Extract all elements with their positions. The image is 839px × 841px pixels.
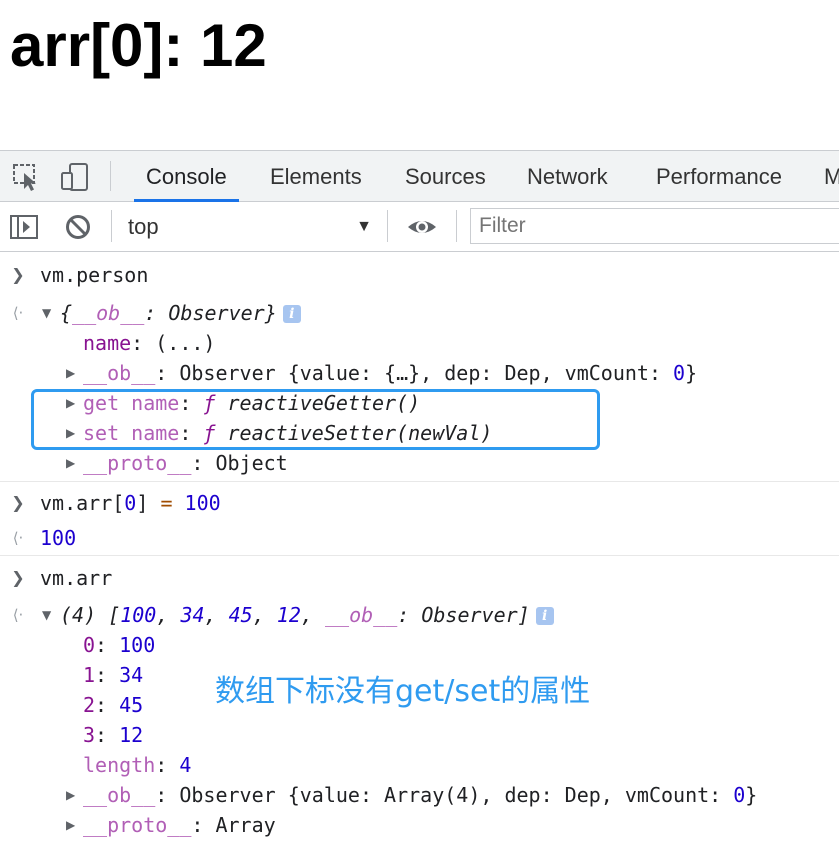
tab-more-truncated[interactable]: M xyxy=(824,151,839,201)
eye-icon[interactable] xyxy=(406,212,436,242)
chevron-down-icon: ▼ xyxy=(356,218,372,235)
context-selector[interactable]: top ▼ xyxy=(128,202,376,252)
console-result-row[interactable]: ⟨· 100 xyxy=(0,523,839,553)
console-input-row[interactable]: ❯ vm.person xyxy=(0,260,839,290)
prompt-chevron-icon: ❯ xyxy=(11,493,25,512)
expand-triangle-icon[interactable]: ▶ xyxy=(66,780,75,810)
message-divider xyxy=(0,555,839,556)
property-value: 4 xyxy=(179,753,192,777)
array-value: 100 xyxy=(119,633,156,657)
property-key: name xyxy=(83,331,132,355)
array-value: 45 xyxy=(119,693,144,717)
filter-input[interactable] xyxy=(470,208,839,244)
info-icon[interactable]: i xyxy=(535,607,554,625)
property-type: Observer xyxy=(179,361,276,385)
property-row[interactable]: ▶ __proto__: Array xyxy=(0,810,839,840)
expand-triangle-icon[interactable]: ▶ xyxy=(66,810,75,840)
expand-triangle-icon[interactable]: ▼ xyxy=(42,600,51,630)
clear-console-icon[interactable] xyxy=(63,212,93,242)
property-value: (...) xyxy=(155,331,216,355)
prompt-chevron-icon: ❯ xyxy=(11,568,25,587)
prompt-chevron-icon: ❯ xyxy=(11,265,25,284)
array-item-row[interactable]: 0: 100 xyxy=(0,630,839,660)
console-result-row[interactable]: ⟨· ▼ {__ob__: Observer} i xyxy=(0,298,839,328)
property-key: __ob__ xyxy=(83,361,156,385)
array-index: 0 xyxy=(83,633,96,657)
info-icon[interactable]: i xyxy=(282,305,301,323)
property-key: __proto__ xyxy=(83,451,192,475)
property-row[interactable]: length: 4 xyxy=(0,750,839,780)
array-index: 2 xyxy=(83,693,96,717)
array-index: 1 xyxy=(83,663,96,687)
property-key: length xyxy=(83,753,156,777)
page-heading: arr[0]: 12 xyxy=(10,12,267,79)
result-arrow-icon: ⟨· xyxy=(12,304,24,322)
toolbar-divider xyxy=(111,210,112,242)
expand-triangle-icon[interactable]: ▶ xyxy=(66,448,75,478)
console-toolbar: top ▼ xyxy=(0,202,839,252)
result-value: 100 xyxy=(40,526,77,550)
array-index: 3 xyxy=(83,723,96,747)
inspect-element-icon[interactable] xyxy=(12,162,42,192)
result-arrow-icon: ⟨· xyxy=(12,606,24,624)
expand-triangle-icon[interactable]: ▼ xyxy=(42,298,51,328)
context-value: top xyxy=(128,214,159,239)
property-value: {value: {…}, dep: Dep, vmCount: 0} xyxy=(287,361,698,385)
property-row[interactable]: ▶ __proto__: Object xyxy=(0,448,839,478)
array-value: 12 xyxy=(119,723,144,747)
tab-bar-divider xyxy=(110,161,111,191)
toolbar-divider xyxy=(387,210,388,242)
property-value: Object xyxy=(215,451,288,475)
expand-triangle-icon[interactable]: ▶ xyxy=(66,358,75,388)
property-key: __ob__ xyxy=(83,783,156,807)
message-divider xyxy=(0,481,839,482)
devtools-tab-bar: Console Elements Sources Network Perform… xyxy=(0,150,839,202)
console-result-row[interactable]: ⟨· ▼ (4) [100, 34, 45, 12, __ob__: Obser… xyxy=(0,600,839,630)
annotation-text: 数组下标没有get/set的属性 xyxy=(215,674,591,709)
array-value: 34 xyxy=(119,663,144,687)
devtools-panel: Console Elements Sources Network Perform… xyxy=(0,150,839,841)
console-input-row[interactable]: ❯ vm.arr[0] = 100 xyxy=(0,488,839,518)
tab-network[interactable]: Network xyxy=(527,151,608,201)
result-arrow-icon: ⟨· xyxy=(12,529,24,547)
property-value: Array xyxy=(215,813,276,837)
array-item-row[interactable]: 3: 12 xyxy=(0,720,839,750)
tab-elements[interactable]: Elements xyxy=(270,151,362,201)
property-type: Observer xyxy=(179,783,276,807)
console-command: vm.arr[0] = 100 xyxy=(40,491,221,515)
console-input-row[interactable]: ❯ vm.arr xyxy=(0,563,839,593)
toolbar-divider xyxy=(456,210,457,242)
tab-sources[interactable]: Sources xyxy=(405,151,486,201)
tab-console[interactable]: Console xyxy=(134,151,239,202)
getter-setter-highlight-box xyxy=(31,389,600,450)
property-row[interactable]: ▶ __ob__: Observer {value: Array(4), dep… xyxy=(0,780,839,810)
property-row[interactable]: name: (...) xyxy=(0,328,839,358)
property-value: {value: Array(4), dep: Dep, vmCount: 0} xyxy=(287,783,758,807)
object-summary: {__ob__: Observer} i xyxy=(60,298,301,328)
property-key: __proto__ xyxy=(83,813,192,837)
console-command: vm.arr xyxy=(40,566,113,590)
device-toolbar-icon[interactable] xyxy=(60,162,90,192)
property-row[interactable]: ▶ __ob__: Observer {value: {…}, dep: Dep… xyxy=(0,358,839,388)
sidebar-toggle-icon[interactable] xyxy=(9,212,39,242)
tab-performance[interactable]: Performance xyxy=(656,151,782,201)
console-command: vm.person xyxy=(40,263,149,287)
array-summary: (4) [100, 34, 45, 12, __ob__: Observer] i xyxy=(60,600,554,630)
